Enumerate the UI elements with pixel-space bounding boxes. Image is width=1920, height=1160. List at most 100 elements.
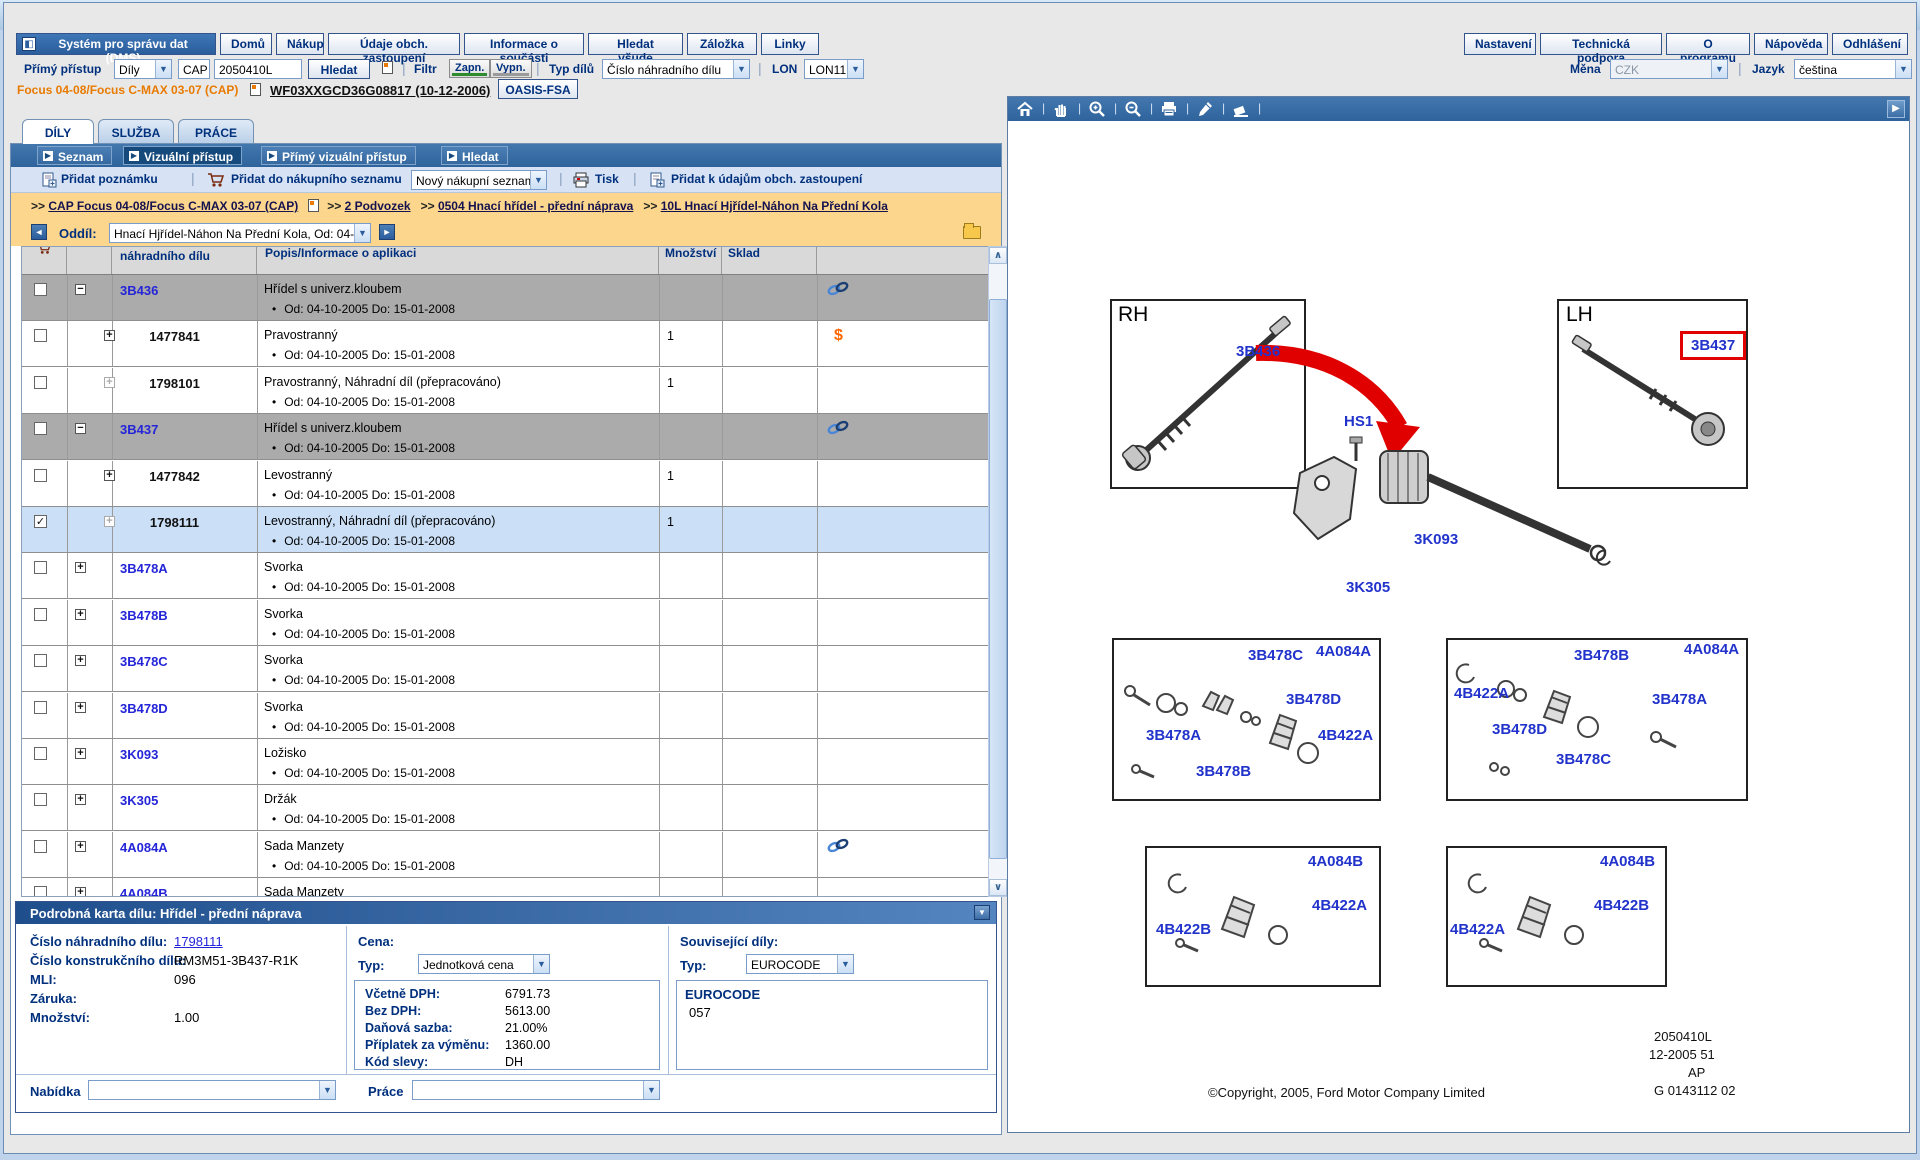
view-hledat-button[interactable]: ▶Hledat bbox=[441, 146, 508, 165]
breadcrumb-item[interactable]: CAP Focus 04-08/Focus C-MAX 03-07 (CAP) bbox=[48, 199, 298, 213]
scrollbar-thumb[interactable] bbox=[989, 299, 1007, 859]
cap-field[interactable]: CAP bbox=[178, 59, 210, 79]
table-row[interactable]: +3B478CSvorkaOd: 04-10-2005 Do: 15-01-20… bbox=[22, 646, 988, 692]
table-row[interactable]: +1798101Pravostranný, Náhradní díl (přep… bbox=[22, 368, 988, 414]
row-checkbox[interactable] bbox=[34, 747, 47, 760]
table-row[interactable]: +3B478DSvorkaOd: 04-10-2005 Do: 15-01-20… bbox=[22, 693, 988, 739]
collapse-icon[interactable]: − bbox=[75, 284, 86, 295]
menu-nastaveni-button[interactable]: Nastavení bbox=[1464, 33, 1536, 55]
chain-link-icon[interactable] bbox=[827, 281, 849, 300]
diagram-part-label[interactable]: 3B478A bbox=[1146, 727, 1201, 744]
diagram-part-label[interactable]: 4B422A bbox=[1450, 921, 1505, 938]
part-number-link[interactable]: 4A084B bbox=[120, 886, 168, 897]
diagram-part-label[interactable]: LH bbox=[1566, 303, 1593, 327]
shopping-list-select[interactable]: Nový nákupní seznam▼ bbox=[411, 170, 547, 190]
row-checkbox[interactable] bbox=[34, 608, 47, 621]
menu-udaje-obch-zastoupeni-button[interactable]: Údaje obch. zastoupení bbox=[328, 33, 460, 55]
row-checkbox[interactable] bbox=[34, 283, 47, 296]
expand-icon[interactable]: + bbox=[75, 702, 86, 713]
price-type-select[interactable]: Jednotková cena▼ bbox=[418, 954, 550, 974]
collapse-icon[interactable]: − bbox=[75, 423, 86, 434]
search-button[interactable]: Hledat bbox=[308, 59, 370, 79]
table-row[interactable]: +3K305DržákOd: 04-10-2005 Do: 15-01-2008 bbox=[22, 785, 988, 831]
diagram-part-label[interactable]: 3B478B bbox=[1196, 763, 1251, 780]
diagram-part-label[interactable]: 4B422A bbox=[1312, 897, 1367, 914]
eraser-icon[interactable] bbox=[1232, 100, 1250, 118]
diagram-part-label[interactable]: HS1 bbox=[1344, 413, 1373, 430]
part-number-link[interactable]: 3B478C bbox=[120, 654, 168, 669]
header-quantity[interactable]: Množství bbox=[659, 247, 722, 275]
part-number-detail-link[interactable]: 1798111 bbox=[174, 934, 223, 949]
view-seznam-button[interactable]: ▶Seznam bbox=[37, 146, 112, 165]
print-link[interactable]: Tisk bbox=[595, 172, 619, 186]
filter-off-button[interactable]: Vypn. bbox=[490, 59, 532, 78]
diagram-part-label[interactable]: 3K305 bbox=[1346, 579, 1390, 596]
table-row[interactable]: +4A084BSada ManzetyOd: 04-10-2005 Do: 15… bbox=[22, 878, 988, 897]
diagram-part-label[interactable]: 4A084A bbox=[1316, 643, 1371, 660]
part-number-link[interactable]: 4A084A bbox=[120, 840, 168, 855]
menu-dms-button[interactable]: Systém pro správu dat (DMS)◧ bbox=[16, 33, 216, 55]
table-row[interactable]: +1477842LevostrannýOd: 04-10-2005 Do: 15… bbox=[22, 461, 988, 507]
diagram-part-label[interactable]: 4A084B bbox=[1308, 853, 1363, 870]
part-number-link[interactable]: 3K305 bbox=[120, 793, 158, 808]
diagram-part-label[interactable]: 3B478D bbox=[1492, 721, 1547, 738]
diagram-canvas[interactable]: RHLH3B4363B437HS13K0933K3053B478C4A084A3… bbox=[1008, 121, 1909, 1132]
diagram-part-label[interactable]: 3K093 bbox=[1414, 531, 1458, 548]
breadcrumb-item[interactable]: 0504 Hnací hřídel - přední náprava bbox=[438, 199, 633, 213]
labor-select[interactable]: ▼ bbox=[412, 1080, 660, 1100]
table-row[interactable]: +3B478BSvorkaOd: 04-10-2005 Do: 15-01-20… bbox=[22, 600, 988, 646]
home-icon[interactable] bbox=[1016, 100, 1034, 118]
row-checkbox[interactable] bbox=[34, 793, 47, 806]
direct-access-select[interactable]: Díly▼ bbox=[114, 59, 172, 79]
diagram-part-label[interactable]: 4A084A bbox=[1684, 641, 1739, 658]
arrow-right-icon[interactable]: ▶ bbox=[1887, 100, 1905, 118]
view-primy-vizualni-button[interactable]: ▶Přímý vizuální přístup bbox=[261, 146, 416, 165]
print-icon[interactable] bbox=[1160, 100, 1178, 118]
diagram-part-label[interactable]: 4B422A bbox=[1318, 727, 1373, 744]
collapse-panel-icon[interactable]: ▼ bbox=[974, 905, 990, 920]
expand-icon[interactable]: + bbox=[75, 609, 86, 620]
part-number-link[interactable]: 3K093 bbox=[120, 747, 158, 762]
expand-icon[interactable]: + bbox=[75, 748, 86, 759]
add-to-shopping-list-link[interactable]: Přidat do nákupního seznamu bbox=[231, 172, 402, 186]
chain-link-icon[interactable] bbox=[827, 420, 849, 439]
offer-select[interactable]: ▼ bbox=[88, 1080, 336, 1100]
lon-select[interactable]: LON11▼ bbox=[804, 59, 864, 79]
table-scrollbar[interactable]: ∧ ∨ bbox=[988, 246, 1008, 897]
diagram-part-label[interactable]: 3B478B bbox=[1574, 647, 1629, 664]
language-select[interactable]: čeština▼ bbox=[1794, 59, 1912, 79]
scroll-down-button[interactable]: ∨ bbox=[989, 879, 1007, 896]
breadcrumb-item[interactable]: 2 Podvozek bbox=[345, 199, 411, 213]
folder-up-icon[interactable] bbox=[963, 226, 981, 239]
row-checkbox[interactable] bbox=[34, 654, 47, 667]
row-checkbox[interactable] bbox=[34, 886, 47, 897]
row-checkbox[interactable] bbox=[34, 469, 47, 482]
vehicle-doc-icon[interactable] bbox=[250, 83, 261, 96]
row-checkbox[interactable] bbox=[34, 376, 47, 389]
diagram-part-label[interactable]: 3B436 bbox=[1236, 343, 1280, 360]
vehicle-model-link[interactable]: Focus 04-08/Focus C-MAX 03-07 (CAP) bbox=[17, 83, 238, 97]
diagram-part-label[interactable]: 3B478C bbox=[1556, 751, 1611, 768]
expand-icon[interactable]: + bbox=[75, 562, 86, 573]
tab-dily[interactable]: DÍLY bbox=[22, 119, 94, 144]
view-vizualni-button[interactable]: ▶Vizuální přístup bbox=[123, 146, 242, 165]
menu-hledat-vsude-button[interactable]: Hledat všude bbox=[588, 33, 683, 55]
expand-icon[interactable]: + bbox=[75, 794, 86, 805]
ink-pen-icon[interactable] bbox=[1196, 100, 1214, 118]
menu-odhlaseni-button[interactable]: Odhlášení bbox=[1832, 33, 1908, 55]
add-note-link[interactable]: Přidat poznámku bbox=[61, 172, 158, 186]
expand-icon[interactable]: + bbox=[75, 655, 86, 666]
diagram-part-label[interactable]: 3B478D bbox=[1286, 691, 1341, 708]
menu-napoveda-button[interactable]: Nápověda bbox=[1754, 33, 1828, 55]
row-checkbox[interactable] bbox=[34, 701, 47, 714]
scroll-up-button[interactable]: ∧ bbox=[989, 247, 1007, 264]
row-checkbox[interactable] bbox=[34, 422, 47, 435]
diagram-part-label[interactable]: 4A084B bbox=[1600, 853, 1655, 870]
pan-hand-icon[interactable] bbox=[1052, 100, 1070, 118]
table-row[interactable]: +3K093LožiskoOd: 04-10-2005 Do: 15-01-20… bbox=[22, 739, 988, 785]
diagram-part-label[interactable]: RH bbox=[1118, 303, 1148, 327]
table-row[interactable]: ✓+1798111Levostranný, Náhradní díl (přep… bbox=[22, 507, 988, 553]
menu-domu-button[interactable]: Domů bbox=[220, 33, 272, 55]
breadcrumb-item[interactable]: 10L Hnací Hjřídel-Náhon Na Přední Kola bbox=[661, 199, 888, 213]
zoom-out-icon[interactable] bbox=[1124, 100, 1142, 118]
